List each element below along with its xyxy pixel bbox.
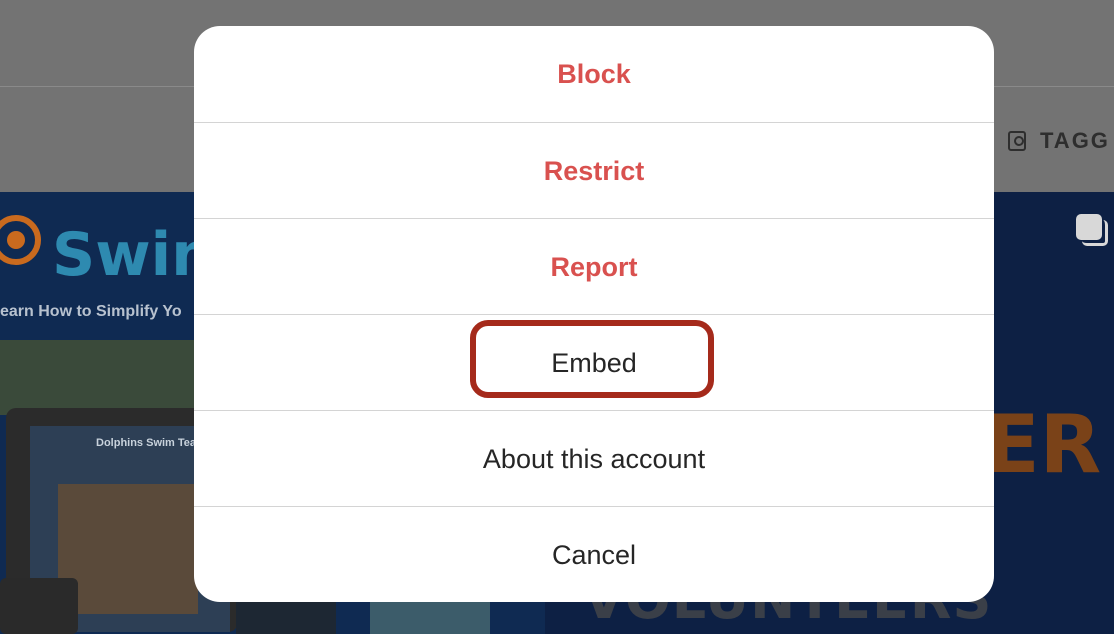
- post-headline-fragment: ER: [985, 398, 1102, 491]
- tagged-icon: [1008, 131, 1026, 151]
- cancel-button[interactable]: Cancel: [194, 507, 994, 602]
- restrict-button[interactable]: Restrict: [194, 123, 994, 219]
- swimtopia-logo-icon: [0, 215, 41, 265]
- screen-title: Dolphins Swim Tea: [96, 437, 197, 449]
- pool-image: [370, 600, 490, 634]
- tab-tagged-label: TAGG: [1040, 128, 1110, 153]
- tab-tagged[interactable]: TAGG: [1008, 128, 1110, 154]
- about-this-account-button[interactable]: About this account: [194, 411, 994, 507]
- swimmers-photo: [58, 484, 198, 614]
- post-photo-strip: [0, 340, 200, 415]
- carousel-icon: [1076, 214, 1108, 246]
- report-button[interactable]: Report: [194, 219, 994, 315]
- options-dialog: Block Restrict Report Embed About this a…: [194, 26, 994, 602]
- block-button[interactable]: Block: [194, 26, 994, 122]
- mini-laptop-mockup: [0, 578, 78, 634]
- post-tagline: earn How to Simplify Yo: [0, 303, 182, 320]
- embed-button[interactable]: Embed: [194, 315, 994, 411]
